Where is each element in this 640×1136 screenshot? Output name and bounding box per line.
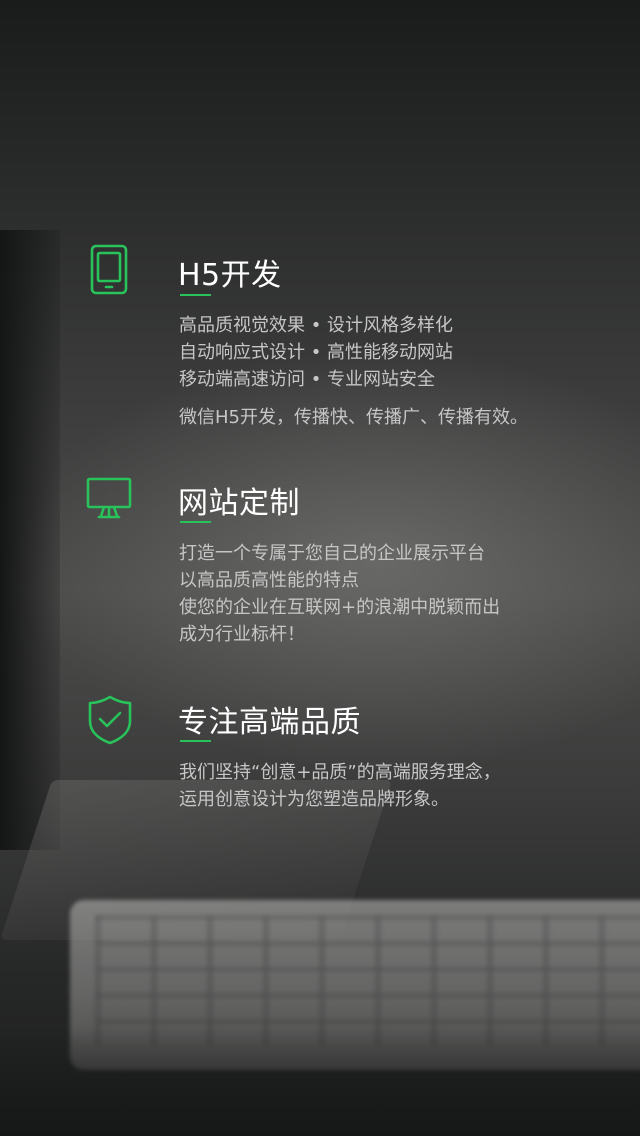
shield-check-icon xyxy=(88,695,132,745)
section-title: H5开发 xyxy=(178,258,282,293)
section-description: 我们坚持“创意+品质”的高端服务理念， 运用创意设计为您塑造品牌形象。 xyxy=(179,759,501,813)
background-bottom-shade xyxy=(0,1026,640,1136)
title-underline xyxy=(180,294,211,296)
description-line: 打造一个专属于您自己的企业展示平台 xyxy=(179,543,485,564)
section-description: 高品质视觉效果 • 设计风格多样化 自动响应式设计 • 高性能移动网站 移动端高… xyxy=(179,312,453,393)
description-line: 自动响应式设计 • 高性能移动网站 xyxy=(179,342,454,363)
monitor-icon xyxy=(86,477,132,519)
description-line: 我们坚持“创意+品质”的高端服务理念， xyxy=(179,762,501,783)
description-line: 以高品质高性能的特点 xyxy=(179,570,359,591)
section-tagline: 微信H5开发，传播快、传播广、传播有效。 xyxy=(179,407,528,428)
description-line: 使您的企业在互联网+的浪潮中脱颖而出 xyxy=(179,597,501,618)
title-underline xyxy=(180,521,211,523)
tablet-icon xyxy=(90,244,128,295)
description-line: 成为行业标杆！ xyxy=(179,624,305,645)
description-line: 高品质视觉效果 • 设计风格多样化 xyxy=(179,315,454,336)
section-title: 专注高端品质 xyxy=(178,705,361,740)
description-line: 运用创意设计为您塑造品牌形象。 xyxy=(179,789,449,810)
title-underline xyxy=(180,740,211,742)
description-line: 移动端高速访问 • 专业网站安全 xyxy=(179,369,436,390)
section-title: 网站定制 xyxy=(178,486,300,521)
section-description: 打造一个专属于您自己的企业展示平台 以高品质高性能的特点 使您的企业在互联网+的… xyxy=(179,540,500,648)
background-wall xyxy=(0,230,60,850)
